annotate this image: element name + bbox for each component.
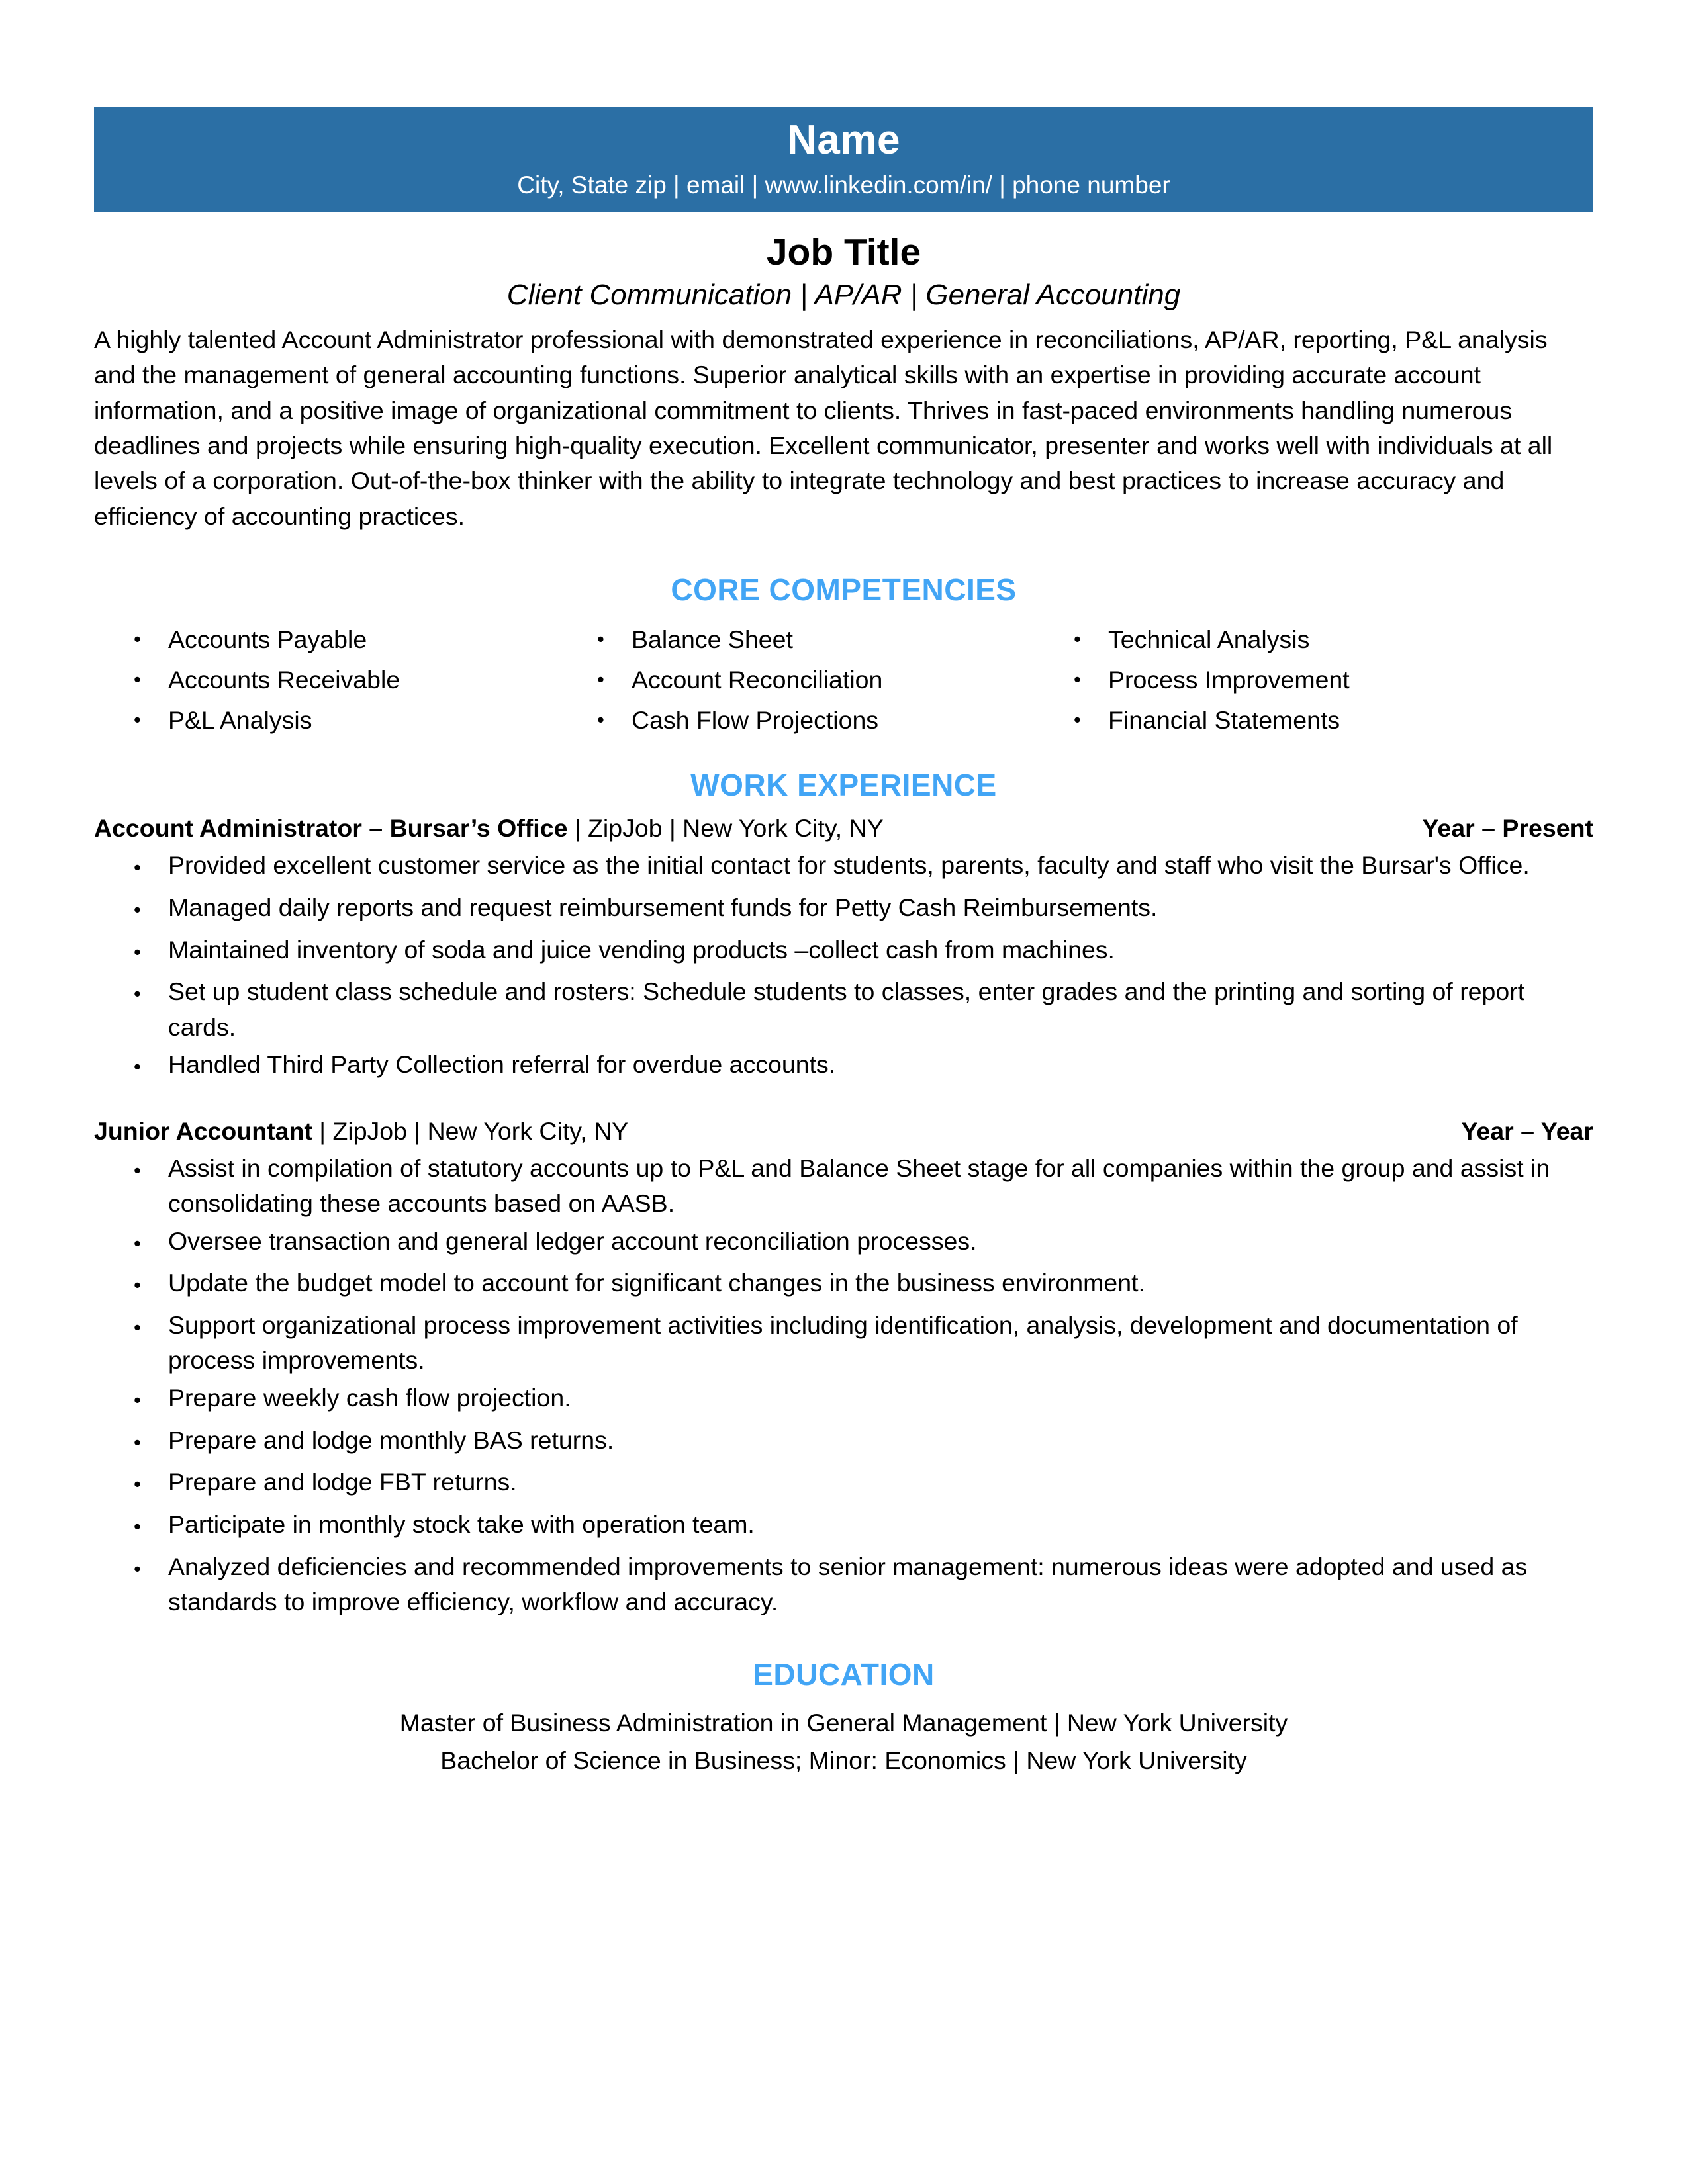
list-item: • Financial Statements: [1074, 700, 1593, 741]
bullet-text: Prepare weekly cash flow projection.: [168, 1383, 571, 1412]
bullet-icon: •: [134, 667, 141, 691]
bullet-icon: •: [134, 1231, 141, 1255]
bullet-icon: •: [134, 897, 141, 921]
list-item: • Set up student class schedule and roste…: [134, 974, 1593, 1045]
education-entry: Master of Business Administration in Gen…: [399, 1708, 1288, 1737]
job-header: Junior Accountant | ZipJob | New York Ci…: [94, 1115, 1593, 1148]
bullet-icon: •: [134, 1557, 141, 1580]
bullet-text: Assist in compilation of statutory accou…: [168, 1154, 1550, 1218]
bullet-icon: •: [1074, 667, 1081, 691]
competency-label: Balance Sheet: [632, 625, 793, 654]
bullet-icon: •: [134, 627, 141, 651]
bullet-icon: •: [134, 1273, 141, 1297]
job-role: Junior Accountant: [94, 1116, 312, 1145]
job-entry-1: Junior Accountant | ZipJob | New York Ci…: [94, 1115, 1593, 1620]
bullet-text: Prepare and lodge FBT returns.: [168, 1468, 517, 1496]
list-item: • P&L Analysis: [134, 700, 597, 741]
list-item: • Prepare and lodge monthly BAS returns.: [134, 1423, 1593, 1463]
contact-line: City, State zip | email | www.linkedin.c…: [517, 171, 1170, 199]
bullet-icon: •: [134, 856, 141, 880]
job-dates: Year – Year: [1461, 1116, 1593, 1145]
job-title-line: Junior Accountant | ZipJob | New York Ci…: [94, 1115, 628, 1148]
competency-label: Technical Analysis: [1108, 625, 1310, 654]
section-heading-education: EDUCATION: [753, 1657, 935, 1692]
competency-label: Process Improvement: [1108, 665, 1350, 694]
list-item: • Process Improvement: [1074, 660, 1593, 700]
job-company-location: | ZipJob | New York City, NY: [567, 814, 884, 842]
competency-label: Financial Statements: [1108, 705, 1340, 734]
resume-body: Job Title Client Communication | AP/AR |…: [94, 231, 1593, 1780]
section-heading-work-experience: WORK EXPERIENCE: [690, 768, 997, 803]
bullet-icon: •: [597, 667, 604, 691]
candidate-name: Name: [787, 117, 900, 163]
list-item: • Cash Flow Projections: [597, 700, 1074, 741]
section-heading-core-competencies: CORE COMPETENCIES: [671, 572, 1017, 608]
bullet-icon: •: [134, 1055, 141, 1079]
job-bullet-list: • Provided excellent customer service as …: [94, 848, 1593, 1087]
list-item: • Prepare and lodge FBT returns.: [134, 1465, 1593, 1505]
bullet-text: Update the budget model to account for s…: [168, 1269, 1145, 1297]
bullet-text: Set up student class schedule and roster…: [168, 978, 1525, 1041]
bullet-icon: •: [134, 707, 141, 731]
list-item: • Balance Sheet: [597, 619, 1074, 660]
list-item: • Prepare weekly cash flow projection.: [134, 1381, 1593, 1421]
education-entry: Bachelor of Science in Business; Minor: …: [440, 1746, 1247, 1774]
list-item: • Support organizational process improvem…: [134, 1308, 1593, 1379]
job-dates: Year – Present: [1422, 814, 1593, 842]
list-item: • Account Reconciliation: [597, 660, 1074, 700]
page-title: Job Title: [766, 231, 921, 273]
bullet-text: Managed daily reports and request reimbu…: [168, 893, 1158, 921]
list-item: • Managed daily reports and request reimb…: [134, 890, 1593, 931]
list-item: • Provided excellent customer service as …: [134, 848, 1593, 888]
title-tagline: Client Communication | AP/AR | General A…: [506, 278, 1181, 311]
bullet-text: Participate in monthly stock take with o…: [168, 1510, 755, 1539]
professional-summary: A highly talented Account Administrator …: [94, 325, 1553, 530]
list-item: • Maintained inventory of soda and juice …: [134, 933, 1593, 973]
resume-page: Name City, State zip | email | www.linke…: [0, 0, 1688, 2184]
list-item: • Handled Third Party Collection referral…: [134, 1047, 1593, 1087]
bullet-text: Provided excellent customer service as t…: [168, 851, 1530, 880]
bullet-icon: •: [134, 1316, 141, 1340]
job-entry-0: Account Administrator – Bursar’s Office …: [94, 812, 1593, 1087]
list-item: • Assist in compilation of statutory acco…: [134, 1151, 1593, 1222]
bullet-icon: •: [134, 1430, 141, 1454]
bullet-icon: •: [134, 1158, 141, 1182]
bullet-text: Prepare and lodge monthly BAS returns.: [168, 1426, 614, 1454]
bullet-icon: •: [1074, 627, 1081, 651]
list-item: • Technical Analysis: [1074, 619, 1593, 660]
competency-label: Cash Flow Projections: [632, 705, 879, 734]
bullet-icon: •: [134, 982, 141, 1006]
bullet-text: Analyzed deficiencies and recommended im…: [168, 1552, 1528, 1616]
bullet-icon: •: [134, 940, 141, 964]
competency-label: P&L Analysis: [168, 705, 312, 734]
list-item: • Accounts Receivable: [134, 660, 597, 700]
bullet-icon: •: [134, 1473, 141, 1496]
job-header: Account Administrator – Bursar’s Office …: [94, 812, 1593, 844]
job-bullet-list: • Assist in compilation of statutory acco…: [94, 1151, 1593, 1620]
job-company-location: | ZipJob | New York City, NY: [312, 1116, 629, 1145]
list-item: • Update the budget model to account for …: [134, 1265, 1593, 1306]
competency-label: Accounts Payable: [168, 625, 367, 654]
bullet-text: Handled Third Party Collection referral …: [168, 1050, 836, 1079]
bullet-icon: •: [597, 707, 604, 731]
bullet-icon: •: [134, 1515, 141, 1539]
competency-label: Accounts Receivable: [168, 665, 400, 694]
bullet-text: Support organizational process improveme…: [168, 1311, 1518, 1375]
job-role: Account Administrator – Bursar’s Office: [94, 814, 568, 842]
competency-label: Account Reconciliation: [632, 665, 883, 694]
list-item: • Participate in monthly stock take with …: [134, 1507, 1593, 1547]
list-item: • Accounts Payable: [134, 619, 597, 660]
core-competencies-grid: • Accounts Payable • Balance Sheet • Techni…: [94, 619, 1593, 740]
job-title-line: Account Administrator – Bursar’s Office …: [94, 812, 884, 844]
bullet-icon: •: [134, 1388, 141, 1412]
bullet-text: Maintained inventory of soda and juice v…: [168, 935, 1115, 964]
bullet-icon: •: [1074, 707, 1081, 731]
bullet-text: Oversee transaction and general ledger a…: [168, 1226, 977, 1255]
list-item: • Oversee transaction and general ledger …: [134, 1224, 1593, 1264]
resume-header-banner: Name City, State zip | email | www.linke…: [94, 107, 1593, 212]
bullet-icon: •: [597, 627, 604, 651]
list-item: • Analyzed deficiencies and recommended i…: [134, 1549, 1593, 1620]
